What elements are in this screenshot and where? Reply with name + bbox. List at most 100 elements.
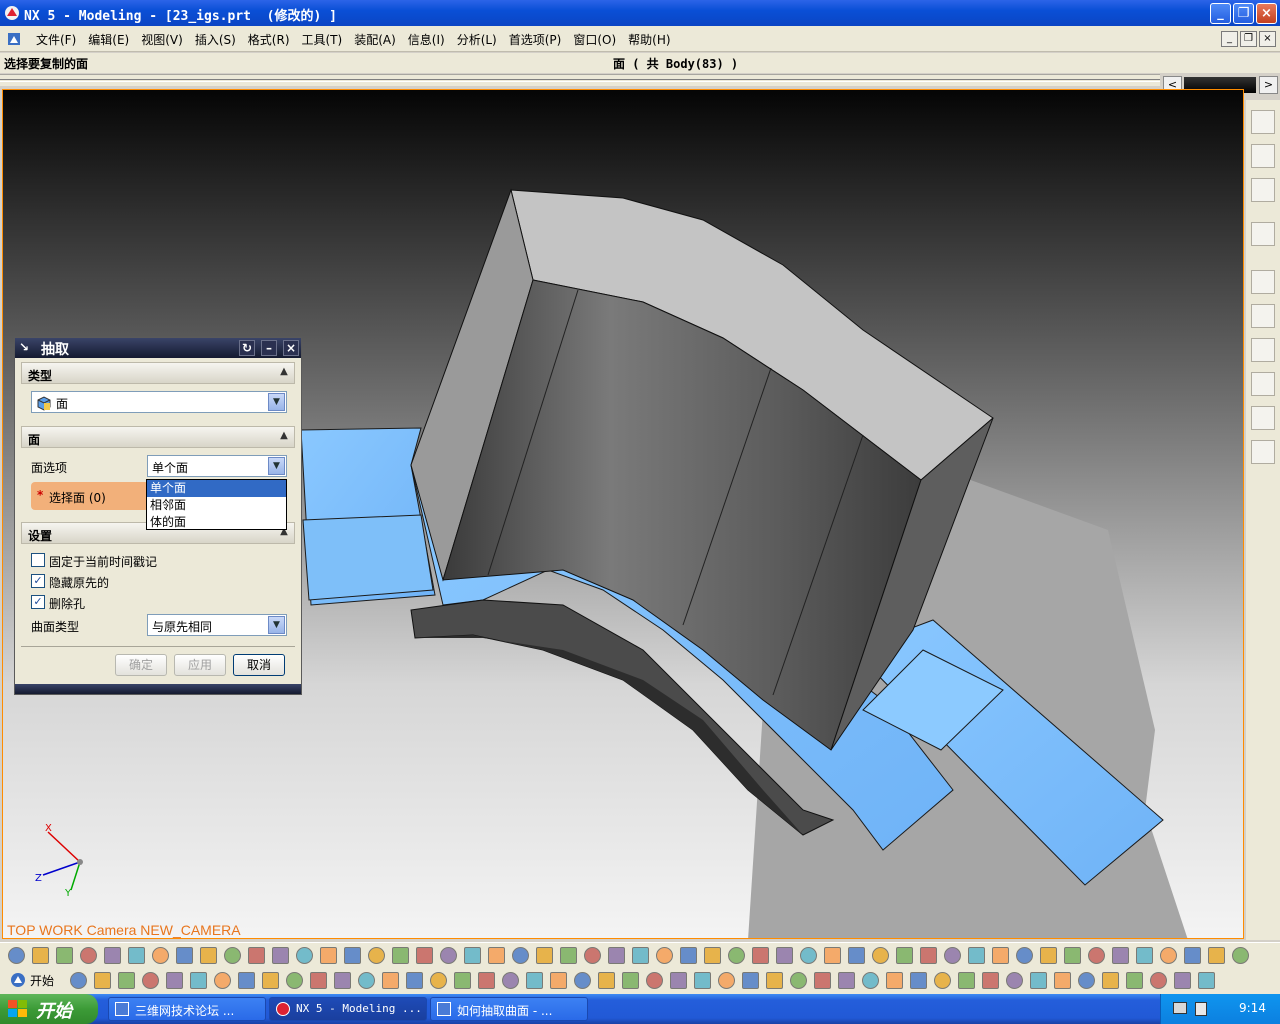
feature-tool-icon[interactable]: [416, 947, 433, 964]
standard-tool-icon[interactable]: [526, 972, 543, 989]
part-navigator-icon[interactable]: [1251, 178, 1275, 202]
dropdown-option-body-faces[interactable]: 体的面: [147, 514, 286, 531]
roles-people-icon[interactable]: [1251, 406, 1275, 430]
standard-tool-icon[interactable]: [118, 972, 135, 989]
menu-item-2[interactable]: 视图(V): [135, 31, 189, 48]
menu-item-6[interactable]: 装配(A): [348, 31, 402, 48]
standard-tool-icon[interactable]: [430, 972, 447, 989]
mdi-restore-button[interactable]: ❐: [1240, 31, 1257, 47]
task-nx[interactable]: NX 5 - Modeling ...: [269, 997, 427, 1021]
start-button[interactable]: 开始: [0, 994, 98, 1024]
dialog-collapse-icon[interactable]: –: [261, 340, 277, 356]
feature-tool-icon[interactable]: [656, 947, 673, 964]
feature-tool-icon[interactable]: [1232, 947, 1249, 964]
standard-tool-icon[interactable]: [622, 972, 639, 989]
standard-tool-icon[interactable]: [1126, 972, 1143, 989]
menu-item-7[interactable]: 信息(I): [402, 31, 451, 48]
feature-tool-icon[interactable]: [560, 947, 577, 964]
clock[interactable]: 9:14: [1239, 1001, 1266, 1015]
mdi-close-button[interactable]: ×: [1259, 31, 1276, 47]
feature-tool-icon[interactable]: [296, 947, 313, 964]
feature-tool-icon[interactable]: [752, 947, 769, 964]
feature-tool-icon[interactable]: [1016, 947, 1033, 964]
standard-tool-icon[interactable]: [886, 972, 903, 989]
feature-tool-icon[interactable]: [128, 947, 145, 964]
menu-item-10[interactable]: 窗口(O): [567, 31, 622, 48]
dialog-pin-icon[interactable]: ↘: [19, 340, 29, 354]
menu-item-9[interactable]: 首选项(P): [503, 31, 568, 48]
standard-tool-icon[interactable]: [94, 972, 111, 989]
standard-tool-icon[interactable]: [502, 972, 519, 989]
dropdown-option-single-face[interactable]: 单个面: [147, 480, 286, 497]
standard-tool-icon[interactable]: [1030, 972, 1047, 989]
standard-tool-icon[interactable]: [214, 972, 231, 989]
menu-item-8[interactable]: 分析(L): [451, 31, 503, 48]
feature-tool-icon[interactable]: [176, 947, 193, 964]
standard-tool-icon[interactable]: [286, 972, 303, 989]
menu-item-11[interactable]: 帮助(H): [622, 31, 676, 48]
standard-tool-icon[interactable]: [910, 972, 927, 989]
standard-tool-icon[interactable]: [550, 972, 567, 989]
feature-tool-icon[interactable]: [224, 947, 241, 964]
standard-tool-icon[interactable]: [670, 972, 687, 989]
history-icon[interactable]: [1251, 270, 1275, 294]
speaker-icon[interactable]: [1195, 1002, 1207, 1016]
start-icon[interactable]: [10, 972, 27, 989]
standard-tool-icon[interactable]: [958, 972, 975, 989]
feature-tool-icon[interactable]: [1136, 947, 1153, 964]
collapse-up-icon[interactable]: ▲: [276, 429, 292, 445]
system-materials-icon[interactable]: [1251, 372, 1275, 396]
feature-tool-icon[interactable]: [440, 947, 457, 964]
chevron-down-icon[interactable]: ▼: [268, 616, 285, 634]
internet-explorer-icon[interactable]: [1251, 222, 1275, 246]
standard-tool-icon[interactable]: [862, 972, 879, 989]
menu-item-5[interactable]: 工具(T): [296, 31, 349, 48]
feature-tool-icon[interactable]: [896, 947, 913, 964]
standard-tool-icon[interactable]: [742, 972, 759, 989]
hide-original-checkbox[interactable]: ✓: [31, 574, 45, 588]
keyboard-icon[interactable]: [1173, 1002, 1187, 1014]
task-article[interactable]: 如何抽取曲面 - ...: [430, 997, 588, 1021]
feature-tool-icon[interactable]: [944, 947, 961, 964]
menu-item-0[interactable]: 文件(F): [30, 31, 82, 48]
mdi-minimize-button[interactable]: _: [1221, 31, 1238, 47]
standard-tool-icon[interactable]: [1054, 972, 1071, 989]
feature-tool-icon[interactable]: [1064, 947, 1081, 964]
feature-tool-icon[interactable]: [728, 947, 745, 964]
document-icon[interactable]: [6, 31, 22, 47]
ok-button[interactable]: 确定: [115, 654, 167, 676]
feature-tool-icon[interactable]: [704, 947, 721, 964]
cancel-button[interactable]: 取消: [233, 654, 285, 676]
standard-tool-icon[interactable]: [358, 972, 375, 989]
assembly-navigator-icon[interactable]: [1251, 110, 1275, 134]
standard-tool-icon[interactable]: [718, 972, 735, 989]
roles-icon[interactable]: [1251, 338, 1275, 362]
standard-tool-icon[interactable]: [1006, 972, 1023, 989]
feature-tool-icon[interactable]: [848, 947, 865, 964]
feature-tool-icon[interactable]: [1040, 947, 1057, 964]
standard-tool-icon[interactable]: [814, 972, 831, 989]
feature-tool-icon[interactable]: [392, 947, 409, 964]
chevron-down-icon[interactable]: ▼: [268, 457, 285, 475]
feature-tool-icon[interactable]: [8, 947, 25, 964]
standard-tool-icon[interactable]: [694, 972, 711, 989]
dialog-close-icon[interactable]: ×: [283, 340, 299, 356]
standard-tool-icon[interactable]: [478, 972, 495, 989]
feature-tool-icon[interactable]: [368, 947, 385, 964]
standard-tool-icon[interactable]: [646, 972, 663, 989]
feature-tool-icon[interactable]: [512, 947, 529, 964]
chevron-down-icon[interactable]: ▼: [268, 393, 285, 411]
collapse-up-icon[interactable]: ▲: [276, 365, 292, 381]
feature-tool-icon[interactable]: [992, 947, 1009, 964]
face-option-select[interactable]: 单个面 ▼: [147, 455, 287, 477]
scroll-right-icon[interactable]: >: [1259, 76, 1278, 94]
menu-item-4[interactable]: 格式(R): [242, 31, 296, 48]
standard-tool-icon[interactable]: [790, 972, 807, 989]
standard-tool-icon[interactable]: [1150, 972, 1167, 989]
face-group-header[interactable]: 面 ▲: [21, 426, 295, 448]
feature-tool-icon[interactable]: [800, 947, 817, 964]
task-forum[interactable]: 三维网技术论坛 ...: [108, 997, 266, 1021]
feature-tool-icon[interactable]: [320, 947, 337, 964]
feature-tool-icon[interactable]: [680, 947, 697, 964]
standard-tool-icon[interactable]: [190, 972, 207, 989]
